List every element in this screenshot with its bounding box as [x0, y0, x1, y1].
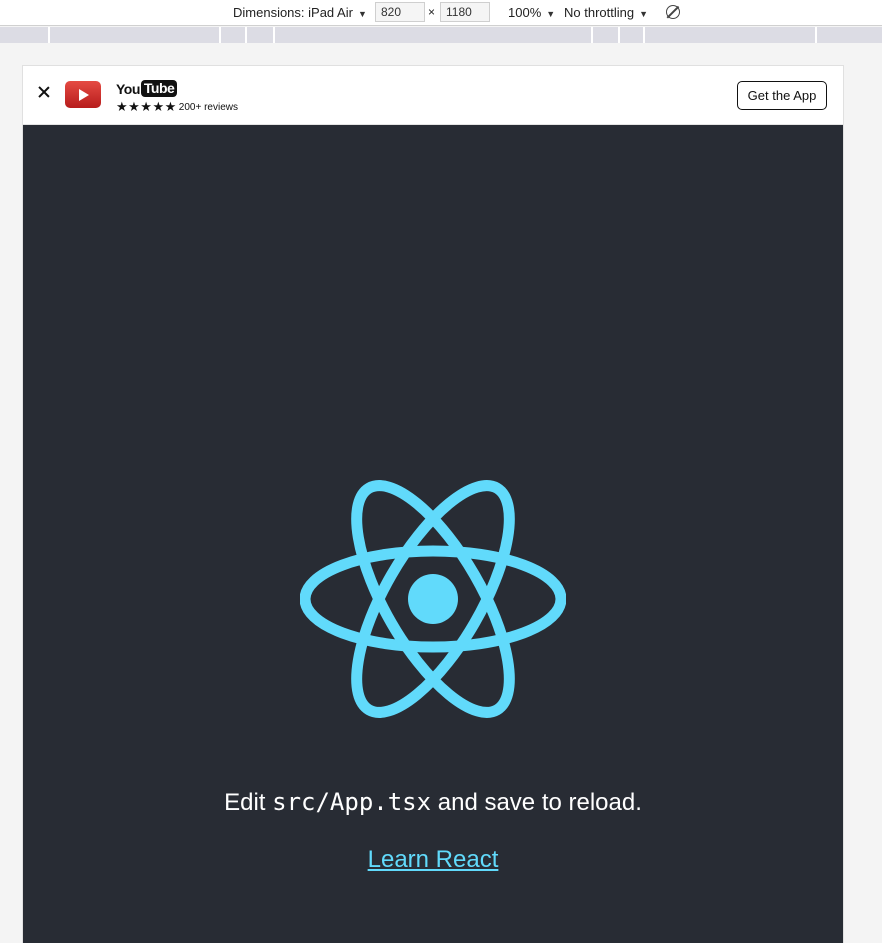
- ruler-tick: [618, 27, 620, 43]
- throttling-selector[interactable]: No throttling ▼: [564, 0, 648, 25]
- ruler-tick: [815, 27, 817, 43]
- youtube-app-icon: [65, 81, 101, 108]
- rotate-icon[interactable]: [666, 5, 680, 19]
- logo-tube-text: Tube: [140, 80, 178, 97]
- ruler-tick: [219, 27, 221, 43]
- ruler-tick: [643, 27, 645, 43]
- times-icon: ×: [428, 5, 436, 19]
- edit-prefix: Edit: [224, 789, 273, 816]
- device-viewport: You Tube ★★★★★ 200+ reviews Get the App E…: [22, 65, 844, 943]
- learn-react-link[interactable]: Learn React: [368, 846, 499, 873]
- ruler-tick: [245, 27, 247, 43]
- chevron-down-icon: ▼: [639, 9, 649, 19]
- nucleus-dot: [408, 574, 458, 624]
- device-selector[interactable]: Dimensions: iPad Air ▼: [233, 0, 367, 25]
- learn-react-container: Learn React: [23, 846, 843, 874]
- youtube-wordmark: You Tube: [116, 79, 178, 98]
- width-input[interactable]: 820: [375, 2, 425, 22]
- get-the-app-button[interactable]: Get the App: [737, 81, 827, 110]
- react-logo: [300, 480, 566, 718]
- logo-you-text: You: [116, 80, 140, 97]
- height-input[interactable]: 1180: [440, 2, 490, 22]
- media-query-ruler[interactable]: [0, 27, 882, 43]
- star-rating-icon: ★★★★★: [116, 99, 177, 115]
- ruler-tick: [48, 27, 50, 43]
- review-count: 200+ reviews: [178, 101, 238, 113]
- edit-instructions: Edit src/App.tsx and save to reload.: [23, 788, 843, 817]
- close-icon[interactable]: [36, 84, 52, 100]
- ruler-tick: [273, 27, 275, 43]
- ruler-tick: [591, 27, 593, 43]
- file-path-code: src/App.tsx: [272, 788, 432, 816]
- chevron-down-icon: ▼: [546, 9, 556, 19]
- throttling-label: No throttling: [564, 5, 635, 20]
- chevron-down-icon: ▼: [357, 9, 367, 19]
- edit-suffix: and save to reload.: [431, 789, 642, 816]
- smart-app-banner: You Tube ★★★★★ 200+ reviews Get the App: [23, 66, 843, 125]
- zoom-selector[interactable]: 100% ▼: [508, 0, 555, 25]
- devtools-toolbar: Dimensions: iPad Air ▼ 820 × 1180 100% ▼ N…: [0, 0, 882, 26]
- app-rating: ★★★★★ 200+ reviews: [116, 99, 238, 115]
- zoom-label: 100%: [508, 5, 542, 20]
- device-label: Dimensions: iPad Air: [233, 5, 353, 20]
